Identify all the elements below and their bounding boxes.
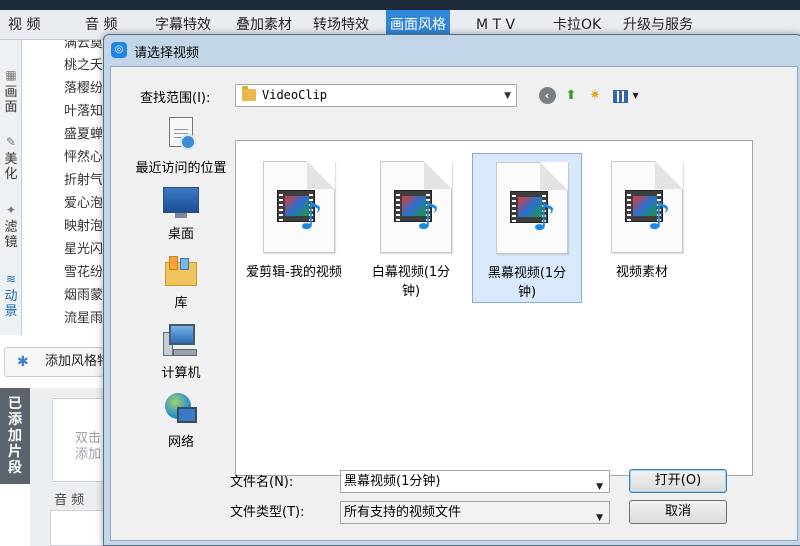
chevron-down-icon[interactable]: ▼ bbox=[596, 477, 603, 498]
place-library[interactable]: 库 bbox=[125, 256, 237, 311]
file-type-label: 文件类型(T): bbox=[230, 505, 305, 520]
audio-section-label: 音 频 bbox=[54, 493, 85, 508]
video-file-icon: ♪ bbox=[611, 161, 683, 253]
effect-item[interactable]: 叶落知 bbox=[64, 100, 102, 119]
up-folder-button[interactable]: ⬆ bbox=[561, 86, 581, 106]
brush-icon: ✎ bbox=[5, 135, 17, 149]
category-label: 动景 bbox=[4, 289, 18, 319]
app-logo-icon: ◎ bbox=[111, 42, 127, 58]
place-desktop[interactable]: 桌面 bbox=[125, 187, 237, 242]
added-clips-tab[interactable]: 已添加片段 bbox=[0, 388, 30, 484]
effect-item[interactable]: 流星雨 bbox=[64, 307, 102, 326]
effect-item[interactable]: 桃之夭 bbox=[64, 54, 102, 73]
place-label: 计算机 bbox=[161, 366, 201, 381]
file-type-select[interactable]: 所有支持的视频文件 ▼ bbox=[340, 501, 610, 524]
file-name: 爱剪辑-我的视频 bbox=[246, 265, 342, 280]
effect-item[interactable]: 怦然心 bbox=[64, 146, 102, 165]
audio-track[interactable] bbox=[50, 510, 110, 546]
style-category-sidebar: ▦ 画面 ✎ 美化 ✦ 滤镜 ≋ 动景 bbox=[0, 40, 22, 335]
chevron-down-icon: ▼ bbox=[596, 513, 603, 523]
file-type-value: 所有支持的视频文件 bbox=[344, 505, 462, 520]
added-clips-label: 已添加片段 bbox=[8, 396, 22, 476]
category-filter[interactable]: ✦ 滤镜 bbox=[0, 203, 22, 250]
file-name: 白幕视频(1分 钟) bbox=[371, 265, 451, 299]
file-name: 视频素材 bbox=[615, 265, 668, 280]
video-file-icon: ♪ bbox=[380, 161, 452, 253]
effect-item[interactable]: 映射泡 bbox=[64, 215, 102, 234]
app-title-bar bbox=[0, 0, 800, 10]
look-in-combo[interactable]: VideoClip ▼ bbox=[235, 84, 517, 107]
file-item[interactable]: ♪ 视频素材 bbox=[588, 153, 698, 303]
magic-wand-icon: ✱ bbox=[17, 354, 29, 370]
place-label: 网络 bbox=[167, 435, 194, 450]
view-menu-button[interactable]: ▼ bbox=[611, 86, 641, 106]
places-bar: 最近访问的位置 桌面 库 计算机 网络 bbox=[125, 117, 237, 467]
network-icon bbox=[163, 393, 199, 427]
recent-places-icon bbox=[165, 117, 197, 153]
category-dynamic[interactable]: ≋ 动景 bbox=[0, 272, 22, 319]
dialog-title-bar[interactable]: ◎ 请选择视频 bbox=[104, 35, 800, 65]
effect-item[interactable]: 满云奠 bbox=[64, 40, 102, 51]
place-computer[interactable]: 计算机 bbox=[125, 324, 237, 381]
category-beautify[interactable]: ✎ 美化 bbox=[0, 135, 22, 182]
video-file-icon: ♪ bbox=[496, 162, 568, 254]
computer-icon bbox=[163, 324, 199, 358]
cancel-button[interactable]: 取消 bbox=[629, 500, 727, 524]
open-button[interactable]: 打开(O) bbox=[629, 469, 727, 493]
back-button[interactable]: ‹ bbox=[537, 86, 557, 106]
file-item[interactable]: ♪ 白幕视频(1分 钟) bbox=[357, 153, 467, 303]
folder-icon bbox=[242, 86, 256, 101]
look-in-value: VideoClip bbox=[262, 88, 328, 102]
effect-item[interactable]: 落樱纷 bbox=[64, 77, 102, 96]
file-name-label: 文件名(N): bbox=[230, 475, 294, 490]
grid-icon: ▦ bbox=[5, 68, 17, 82]
dialog-title: 请选择视频 bbox=[134, 46, 200, 61]
file-item-selected[interactable]: ♪ 黑幕视频(1分 钟) bbox=[472, 153, 582, 303]
place-label: 桌面 bbox=[167, 227, 194, 242]
up-arrow-icon: ⬆ bbox=[565, 88, 577, 103]
file-name-value: 黑幕视频(1分钟) bbox=[344, 474, 441, 489]
desktop-icon bbox=[163, 187, 199, 219]
file-item[interactable]: ♪ 爱剪辑-我的视频 bbox=[240, 153, 350, 303]
place-recent[interactable]: 最近访问的位置 bbox=[125, 117, 237, 176]
effect-item[interactable]: 星光闪 bbox=[64, 238, 102, 257]
place-network[interactable]: 网络 bbox=[125, 393, 237, 450]
effect-list: 满云奠 桃之夭 落樱纷 叶落知 盛夏蝉 怦然心 折射气 爱心泡 映射泡 星光闪 … bbox=[22, 40, 102, 335]
back-arrow-icon: ‹ bbox=[538, 87, 556, 104]
wand-icon: ✦ bbox=[5, 203, 17, 217]
effect-item[interactable]: 烟雨蒙 bbox=[64, 284, 102, 303]
file-name: 黑幕视频(1分 钟) bbox=[487, 266, 567, 300]
add-style-button[interactable]: ✱ 添加风格特 bbox=[4, 347, 104, 377]
dialog-body: 查找范围(I): VideoClip ▼ ‹ ⬆ ✷ ▼ 最近访问的位置 桌面 … bbox=[110, 66, 798, 541]
tab-video[interactable]: 视 频 bbox=[8, 10, 40, 40]
category-label: 美化 bbox=[4, 152, 18, 182]
file-list-view: ♪ 爱剪辑-我的视频 ♪ 白幕视频(1分 钟) ♪ 黑幕视频(1分 钟) ♪ 视… bbox=[235, 140, 753, 476]
place-label: 库 bbox=[174, 296, 188, 311]
add-style-label: 添加风格特 bbox=[45, 354, 104, 369]
wave-icon: ≋ bbox=[5, 272, 17, 286]
video-file-icon: ♪ bbox=[263, 161, 335, 253]
effect-item[interactable]: 雪花纷 bbox=[64, 261, 102, 280]
effect-item[interactable]: 折射气 bbox=[64, 169, 102, 188]
dropzone-text: 添加 bbox=[75, 447, 102, 462]
chevron-down-icon: ▼ bbox=[504, 91, 511, 101]
new-folder-button[interactable]: ✷ bbox=[585, 86, 605, 106]
category-picture[interactable]: ▦ 画面 bbox=[0, 68, 22, 115]
effect-item[interactable]: 盛夏蝉 bbox=[64, 123, 102, 142]
new-folder-icon: ✷ bbox=[589, 88, 601, 103]
view-grid-icon bbox=[613, 89, 629, 103]
category-label: 滤镜 bbox=[4, 220, 18, 250]
look-in-label: 查找范围(I): bbox=[140, 91, 211, 106]
effect-item[interactable]: 爱心泡 bbox=[64, 192, 102, 211]
chevron-down-icon: ▼ bbox=[632, 91, 639, 100]
place-label: 最近访问的位置 bbox=[135, 161, 227, 176]
select-video-dialog: ◎ 请选择视频 查找范围(I): VideoClip ▼ ‹ ⬆ ✷ ▼ 最近访… bbox=[103, 34, 800, 546]
category-label: 画面 bbox=[4, 85, 18, 115]
library-icon bbox=[163, 256, 199, 288]
file-name-field[interactable]: 黑幕视频(1分钟) ▼ bbox=[340, 470, 610, 493]
